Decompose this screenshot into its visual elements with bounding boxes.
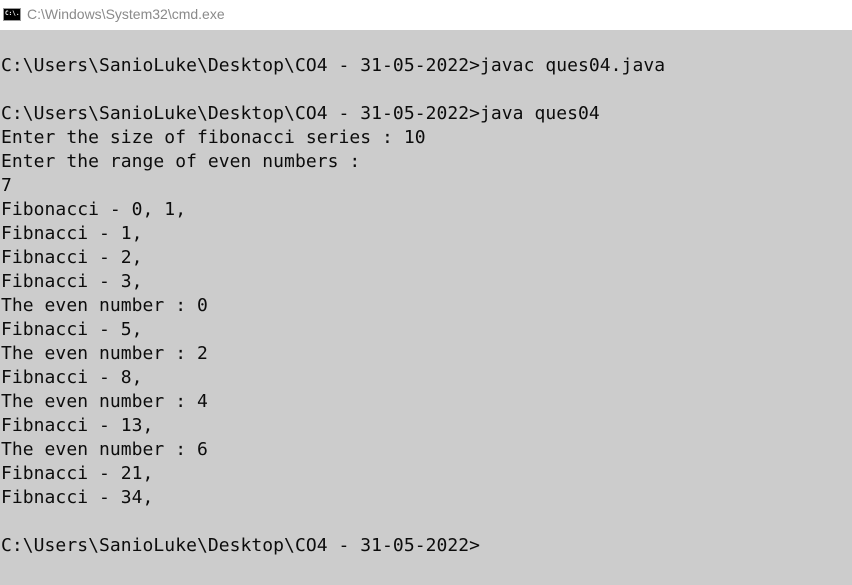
console-line: Fibnacci - 21, — [1, 463, 154, 484]
console-line: Enter the size of fibonacci series : 10 — [1, 127, 426, 148]
console-line: Fibnacci - 13, — [1, 415, 154, 436]
console-line: Enter the range of even numbers : — [1, 151, 361, 172]
console-line: The even number : 2 — [1, 343, 208, 364]
command-prompt: C:\Users\SanioLuke\Desktop\CO4 - 31-05-2… — [1, 535, 481, 556]
console-line: The even number : 0 — [1, 295, 208, 316]
cmd-icon[interactable]: C:\. — [3, 8, 21, 21]
console-line: Fibnacci - 34, — [1, 487, 154, 508]
console-line: 7 — [1, 175, 12, 196]
console-line: C:\Users\SanioLuke\Desktop\CO4 - 31-05-2… — [1, 103, 600, 124]
console-line: Fibnacci - 2, — [1, 247, 143, 268]
console-line: Fibnacci - 1, — [1, 223, 143, 244]
console-line: Fibonacci - 0, 1, — [1, 199, 187, 220]
console-line: Fibnacci - 8, — [1, 367, 143, 388]
console-area[interactable]: C:\Users\SanioLuke\Desktop\CO4 - 31-05-2… — [0, 30, 852, 585]
console-line: C:\Users\SanioLuke\Desktop\CO4 - 31-05-2… — [1, 55, 666, 76]
console-line: The even number : 6 — [1, 439, 208, 460]
window-title: C:\Windows\System32\cmd.exe — [27, 6, 225, 22]
title-bar[interactable]: C:\. C:\Windows\System32\cmd.exe — [0, 0, 852, 30]
console-output: C:\Users\SanioLuke\Desktop\CO4 - 31-05-2… — [1, 30, 665, 558]
console-line: Fibnacci - 3, — [1, 271, 143, 292]
console-line: The even number : 4 — [1, 391, 208, 412]
console-line: Fibnacci - 5, — [1, 319, 143, 340]
